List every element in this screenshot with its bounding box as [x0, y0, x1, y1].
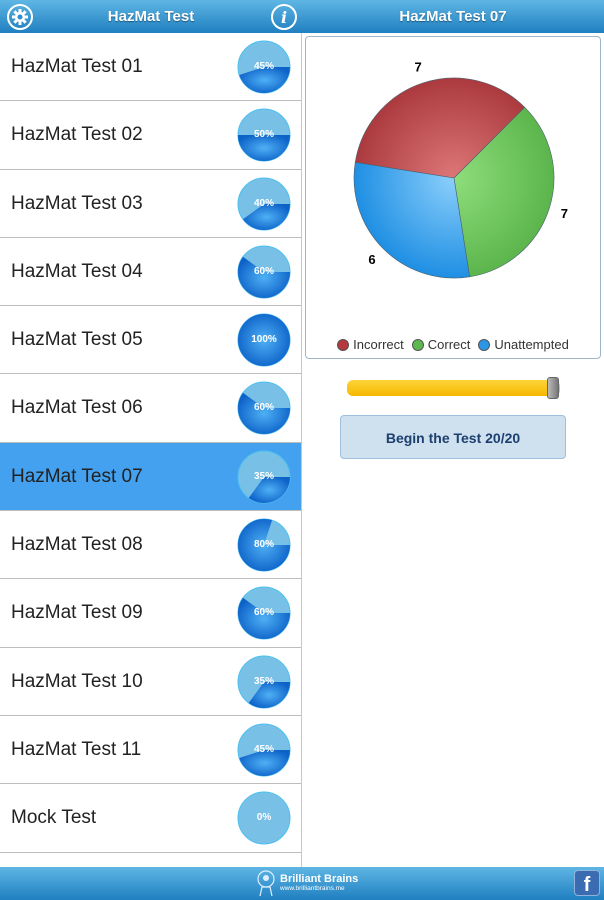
test-name: HazMat Test 01 [11, 56, 143, 77]
test-name: HazMat Test 11 [11, 738, 142, 760]
test-list-item[interactable]: HazMat Test 06 60% [0, 374, 301, 443]
test-name: HazMat Test 09 [11, 602, 143, 624]
legend-swatch [337, 338, 350, 351]
test-name: HazMat Test 03 [11, 192, 143, 214]
test-name: HazMat Test 04 [11, 260, 143, 282]
test-list-item[interactable]: HazMat Test 01 45% [0, 33, 301, 102]
test-name: HazMat Test 08 [11, 534, 143, 556]
progress-label: 60% [253, 402, 274, 414]
progress-label: 100% [251, 334, 277, 346]
legend-swatch [411, 338, 424, 351]
legend-label: Incorrect [353, 337, 404, 352]
brand-logo[interactable]: Brilliant Brains www.brilliantbrains.me [256, 869, 358, 897]
footer-bar: Brilliant Brains www.brilliantbrains.me … [0, 867, 604, 900]
test-name: HazMat Test 02 [11, 124, 143, 146]
results-chart: 7 7 6 Incorrect Correct Unattempted [305, 36, 601, 359]
question-count-slider[interactable] [347, 377, 560, 399]
list-title: HazMat Test [107, 8, 195, 25]
legend-swatch [478, 338, 491, 351]
test-list-item[interactable]: HazMat Test 09 60% [0, 579, 301, 648]
info-icon[interactable]: i [271, 4, 297, 30]
legend-label: Correct [427, 337, 471, 352]
pie-data-label: 7 [561, 206, 568, 221]
test-list[interactable]: HazMat Test 01 45% HazMat Test 02 50% HazMat… [0, 33, 302, 867]
progress-label: 35% [253, 470, 274, 482]
test-list-item[interactable]: HazMat Test 03 40% [0, 169, 301, 238]
pie-data-label: 6 [368, 252, 375, 267]
progress-label: 35% [253, 675, 274, 687]
chart-legend: Incorrect Correct Unattempted [306, 337, 600, 352]
pie-chart: 7 7 6 [353, 60, 568, 279]
test-list-item[interactable]: HazMat Test 04 60% [0, 237, 301, 307]
test-name: Mock Test [11, 807, 97, 829]
progress-label: 45% [253, 743, 274, 755]
pie-data-label: 7 [415, 60, 422, 75]
test-list-item[interactable]: HazMat Test 10 35% [0, 647, 301, 716]
legend-item: Correct [411, 337, 471, 352]
test-name: HazMat Test 05 [11, 329, 143, 351]
gear-icon[interactable] [7, 4, 33, 30]
test-list-item[interactable]: HazMat Test 02 50% [0, 101, 301, 170]
progress-label: 0% [256, 812, 272, 824]
test-name: HazMat Test 07 [11, 465, 143, 487]
top-bar: HazMat Test i HazMat Test 07 [0, 0, 604, 33]
test-name: HazMat Test 06 [11, 397, 143, 419]
test-list-item[interactable]: HazMat Test 05 100% [0, 306, 301, 375]
slider-thumb[interactable] [547, 377, 559, 399]
brain-head-icon [257, 870, 275, 897]
test-name: HazMat Test 10 [11, 670, 143, 692]
progress-label: 60% [253, 607, 274, 619]
progress-label: 50% [253, 129, 274, 141]
progress-label: 45% [253, 61, 274, 72]
progress-label: 40% [253, 197, 274, 209]
progress-label: 80% [253, 539, 274, 551]
brand-url: www.brilliantbrains.me [280, 885, 345, 892]
test-list-item[interactable]: HazMat Test 11 45% [0, 715, 301, 785]
legend-label: Unattempted [494, 337, 569, 352]
legend-item: Unattempted [478, 337, 569, 352]
detail-title: HazMat Test 07 [399, 8, 507, 25]
test-list-item[interactable]: HazMat Test 08 80% [0, 511, 301, 580]
test-list-item[interactable]: Mock Test 0% [0, 784, 301, 853]
facebook-icon[interactable]: f [574, 870, 600, 896]
legend-item: Incorrect [337, 337, 404, 352]
test-list-item[interactable]: HazMat Test 07 35% [0, 442, 301, 512]
begin-test-button[interactable]: Begin the Test 20/20 [340, 415, 566, 459]
progress-label: 60% [253, 265, 274, 277]
brand-name: Brilliant Brains [280, 873, 359, 885]
